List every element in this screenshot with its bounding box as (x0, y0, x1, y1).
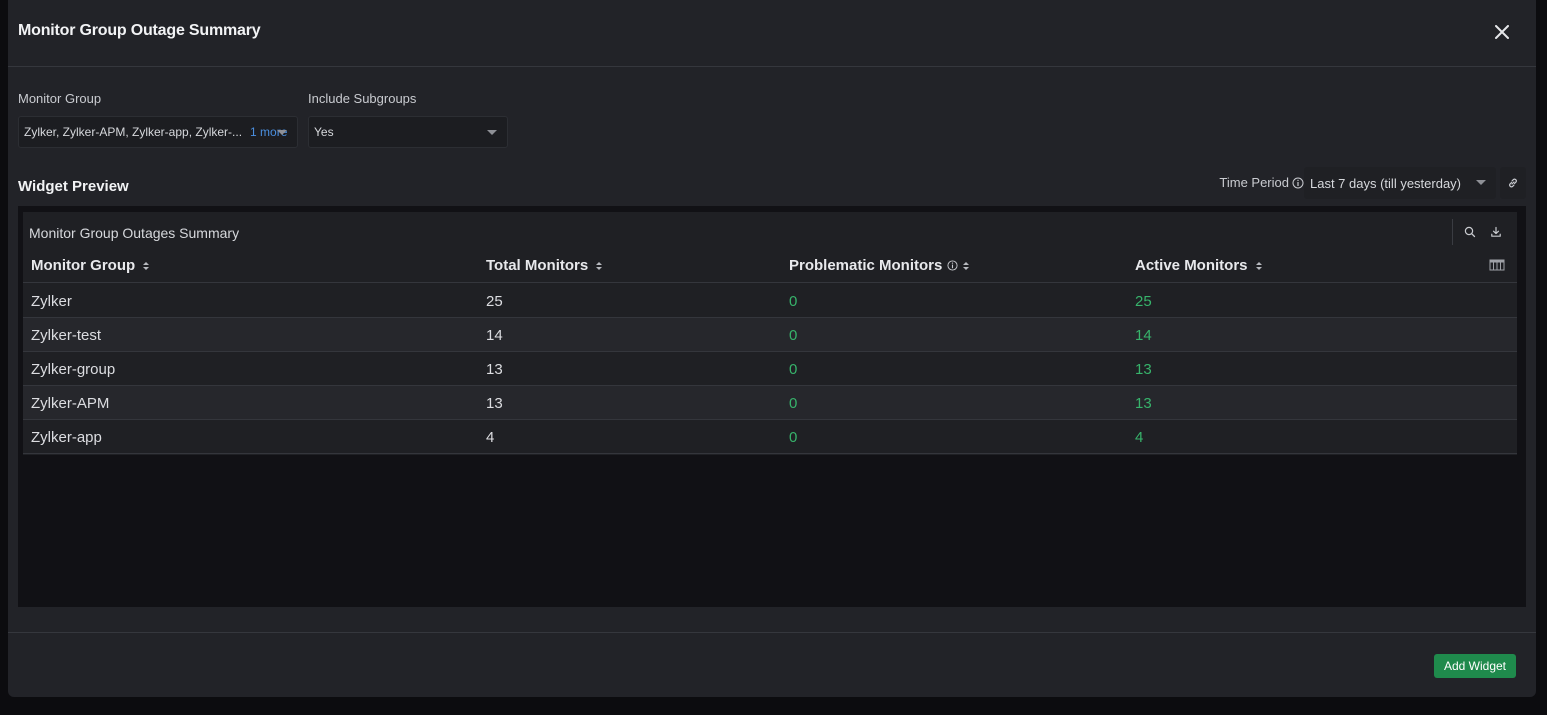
close-icon (1495, 25, 1509, 39)
cell-monitor-group: Zylker-app (31, 428, 102, 446)
cell-active-monitors[interactable]: 25 (1135, 284, 1152, 318)
chevron-down-icon (277, 130, 287, 135)
cell-total-monitors: 25 (486, 292, 503, 310)
info-icon[interactable] (1292, 177, 1304, 189)
table-row[interactable]: Zylker-test 14 0 14 (23, 318, 1517, 352)
download-icon (1491, 226, 1501, 237)
table-header: Monitor Group Total Monitors Problematic… (23, 248, 1517, 283)
table-row[interactable]: Zylker 25 0 25 (23, 284, 1517, 318)
chevron-down-icon (1476, 180, 1486, 185)
cell-problematic-monitors[interactable]: 0 (789, 420, 797, 454)
monitor-group-label: Monitor Group (18, 91, 102, 106)
monitor-group-select[interactable]: Zylker, Zylker-APM, Zylker-app, Zylker-.… (18, 116, 298, 148)
sort-icon (1255, 261, 1262, 270)
column-header-active-monitors[interactable]: Active Monitors (1135, 248, 1262, 283)
sort-icon (963, 261, 970, 270)
copy-link-button[interactable] (1500, 167, 1526, 199)
modal-header: Monitor Group Outage Summary (8, 0, 1536, 67)
column-header-label: Monitor Group (31, 257, 136, 274)
time-period-value: Last 7 days (till yesterday) (1310, 175, 1462, 191)
modal-footer: Add Widget (8, 632, 1536, 697)
outage-summary-modal: Monitor Group Outage Summary Monitor Gro… (8, 0, 1536, 697)
monitor-group-value: Zylker, Zylker-APM, Zylker-app, Zylker-.… (24, 125, 243, 139)
column-settings-icon[interactable] (1489, 258, 1505, 272)
widget-preview-area: Monitor Group Outages Summary Monitor Gr… (18, 206, 1526, 607)
cell-problematic-monitors[interactable]: 0 (789, 386, 797, 420)
info-icon[interactable] (947, 260, 958, 271)
summary-widget: Monitor Group Outages Summary Monitor Gr… (23, 212, 1517, 455)
modal-title: Monitor Group Outage Summary (18, 22, 261, 39)
cell-monitor-group: Zylker-APM (31, 394, 110, 412)
sort-icon (143, 261, 150, 270)
cell-monitor-group: Zylker-test (31, 326, 102, 344)
link-icon (1509, 178, 1517, 188)
cell-total-monitors: 4 (486, 428, 495, 446)
column-header-label: Total Monitors (486, 257, 589, 274)
table-row[interactable]: Zylker-group 13 0 13 (23, 352, 1517, 386)
column-header-label: Active Monitors (1135, 257, 1248, 274)
cell-problematic-monitors[interactable]: 0 (789, 284, 797, 318)
cell-problematic-monitors[interactable]: 0 (789, 352, 797, 386)
search-button[interactable] (1459, 221, 1481, 243)
include-subgroups-value: Yes (314, 125, 334, 139)
column-header-monitor-group[interactable]: Monitor Group (31, 248, 150, 283)
column-header-total-monitors[interactable]: Total Monitors (486, 248, 603, 283)
time-period-label: Time Period (1219, 175, 1289, 190)
close-button[interactable] (1490, 20, 1514, 44)
cell-active-monitors[interactable]: 4 (1135, 420, 1143, 454)
time-period-label-group: Time Period (1219, 175, 1304, 190)
search-icon (1464, 226, 1476, 238)
sort-icon (596, 261, 603, 270)
cell-total-monitors: 13 (486, 394, 503, 412)
widget-preview-title: Widget Preview (18, 178, 129, 195)
table-row[interactable]: Zylker-APM 13 0 13 (23, 386, 1517, 420)
cell-monitor-group: Zylker (31, 292, 72, 310)
widget-title: Monitor Group Outages Summary (29, 225, 240, 241)
chevron-down-icon (487, 130, 497, 135)
cell-total-monitors: 13 (486, 360, 503, 378)
cell-monitor-group: Zylker-group (31, 360, 116, 378)
include-subgroups-select[interactable]: Yes (308, 116, 508, 148)
cell-total-monitors: 14 (486, 326, 503, 344)
include-subgroups-label: Include Subgroups (308, 91, 417, 106)
table-row[interactable]: Zylker-app 4 0 4 (23, 420, 1517, 454)
cell-active-monitors[interactable]: 14 (1135, 318, 1152, 352)
add-widget-button[interactable]: Add Widget (1434, 654, 1516, 678)
column-header-label: Problematic Monitors (789, 257, 943, 274)
column-header-problematic-monitors[interactable]: Problematic Monitors (789, 248, 970, 283)
download-button[interactable] (1485, 221, 1507, 243)
cell-problematic-monitors[interactable]: 0 (789, 318, 797, 352)
cell-active-monitors[interactable]: 13 (1135, 352, 1152, 386)
widget-toolbar (1452, 219, 1507, 245)
time-period-select[interactable]: Last 7 days (till yesterday) (1304, 167, 1496, 199)
cell-active-monitors[interactable]: 13 (1135, 386, 1152, 420)
